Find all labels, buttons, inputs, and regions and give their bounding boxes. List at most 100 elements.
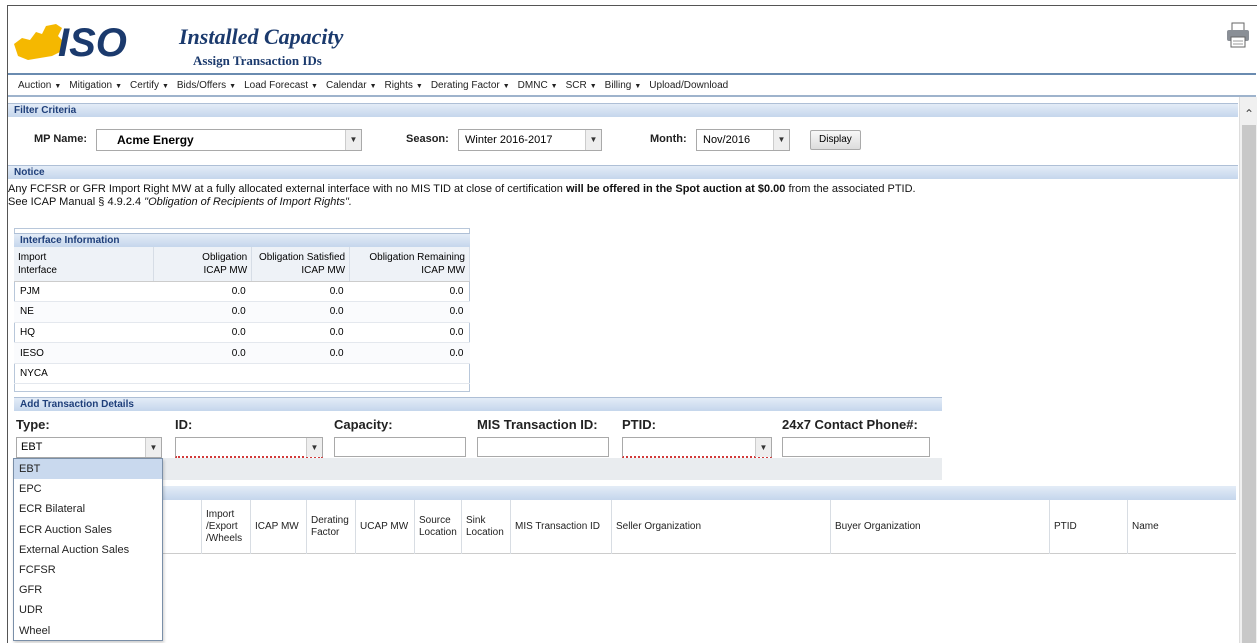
caret-down-icon: ▼: [311, 82, 318, 90]
season-select[interactable]: Winter 2016-2017 ▼: [458, 129, 602, 151]
notice-line-1: Any FCFSR or GFR Import Right MW at a fu…: [8, 183, 916, 195]
interface-info-header: Interface Information: [14, 233, 470, 247]
mis-transaction-id-input[interactable]: [477, 437, 609, 457]
caret-down-icon: ▼: [634, 82, 642, 90]
season-value: Winter 2016-2017: [465, 134, 553, 146]
menu-item-rights[interactable]: Rights ▼: [385, 80, 423, 91]
contact-phone-label: 24x7 Contact Phone#:: [782, 417, 918, 432]
mp-name-select[interactable]: Acme Energy ▼: [96, 129, 362, 151]
menu-item-derating-factor[interactable]: Derating Factor ▼: [431, 80, 510, 91]
scroll-up-icon[interactable]: ⌃: [1240, 107, 1257, 121]
col-mis-transaction-id: MIS Transaction ID: [511, 500, 612, 554]
chevron-down-icon[interactable]: ▼: [306, 438, 322, 457]
vertical-scrollbar[interactable]: ⌃: [1239, 97, 1257, 643]
col-icap-mw: ICAP MW: [251, 500, 307, 554]
type-option[interactable]: EBT: [14, 459, 162, 480]
type-option[interactable]: EPC: [14, 479, 162, 499]
mp-name-value: Acme Energy: [117, 133, 194, 147]
scroll-thumb[interactable]: [1242, 125, 1256, 643]
caret-down-icon: ▼: [550, 82, 558, 90]
col-sink-location: Sink Location: [462, 500, 511, 554]
col-obligation-remaining: Obligation Remaining ICAP MW: [349, 247, 470, 282]
results-header-bar: [14, 486, 1236, 500]
col-buyer-organization: Buyer Organization: [831, 500, 1050, 554]
chevron-down-icon[interactable]: ▼: [145, 438, 161, 457]
ptid-label: PTID:: [622, 417, 656, 432]
table-row: PJM 0.0 0.0 0.0: [14, 281, 470, 303]
col-ucap-mw: UCAP MW: [356, 500, 415, 554]
col-import-export-wheels: Import /Export /Wheels: [202, 500, 251, 554]
caret-down-icon: ▼: [589, 82, 597, 90]
col-ptid: PTID: [1050, 500, 1128, 554]
table-row: NE 0.0 0.0 0.0: [14, 301, 470, 323]
type-value: EBT: [21, 441, 43, 453]
caret-down-icon: ▼: [115, 82, 123, 90]
chevron-down-icon[interactable]: ▼: [345, 130, 361, 150]
month-label: Month:: [650, 133, 687, 145]
chevron-down-icon[interactable]: ▼: [773, 130, 789, 150]
menu-item-calendar[interactable]: Calendar ▼: [326, 80, 377, 91]
menu-item-auction[interactable]: Auction ▼: [18, 80, 61, 91]
col-import-interface: Import Interface: [14, 247, 155, 282]
printer-icon[interactable]: [1226, 22, 1250, 48]
type-option[interactable]: UDR: [14, 600, 162, 620]
interface-table: Import Interface Obligation ICAP MW Obli…: [14, 247, 470, 385]
table-row: IESO 0.0 0.0 0.0: [14, 342, 470, 364]
id-label: ID:: [175, 417, 193, 432]
ptid-select[interactable]: ▼: [622, 437, 772, 458]
display-button[interactable]: Display: [810, 130, 861, 150]
type-option[interactable]: Wheel: [14, 621, 162, 641]
id-select[interactable]: ▼: [175, 437, 323, 458]
caret-down-icon: ▼: [54, 82, 62, 90]
caret-down-icon: ▼: [369, 82, 377, 90]
month-select[interactable]: Nov/2016 ▼: [696, 129, 790, 151]
contact-phone-input[interactable]: [782, 437, 930, 457]
logo-text: ISO: [58, 21, 127, 64]
chevron-down-icon[interactable]: ▼: [585, 130, 601, 150]
capacity-label: Capacity:: [334, 417, 393, 432]
main-menu: Auction ▼ Mitigation ▼ Certify ▼ Bids/Offers ▼ L…: [8, 73, 1256, 97]
app-subtitle: Assign Transaction IDs: [193, 53, 322, 68]
caret-down-icon: ▼: [415, 82, 423, 90]
add-transaction-header: Add Transaction Details: [14, 397, 942, 411]
col-derating-factor: Derating Factor: [307, 500, 356, 554]
chevron-down-icon[interactable]: ▼: [755, 438, 771, 457]
type-label: Type:: [16, 417, 50, 432]
type-option[interactable]: ECR Bilateral: [14, 499, 162, 519]
month-value: Nov/2016: [703, 134, 751, 146]
type-option[interactable]: ECR Auction Sales: [14, 520, 162, 540]
caret-down-icon: ▼: [502, 82, 510, 90]
season-label: Season:: [406, 133, 449, 145]
capacity-input[interactable]: [334, 437, 466, 457]
app-header: ISO Installed Capacity Assign Transactio…: [8, 6, 1256, 72]
mp-name-label: MP Name:: [34, 133, 87, 145]
col-obligation: Obligation ICAP MW: [153, 247, 253, 282]
notice-line-2: See ICAP Manual § 4.9.2.4 "Obligation of…: [8, 196, 352, 208]
menu-item-load-forecast[interactable]: Load Forecast ▼: [244, 80, 318, 91]
caret-down-icon: ▼: [229, 82, 237, 90]
main-content: Filter Criteria MP Name: Acme Energy ▼ S…: [8, 97, 1238, 643]
menu-item-scr[interactable]: SCR ▼: [566, 80, 597, 91]
table-row: NYCA: [14, 363, 470, 385]
menu-item-upload-download[interactable]: Upload/Download: [649, 80, 728, 91]
mis-transaction-id-label: MIS Transaction ID:: [477, 417, 598, 432]
nyiso-logo: ISO: [14, 21, 127, 64]
filter-criteria-header: Filter Criteria: [8, 103, 1238, 117]
menu-item-mitigation[interactable]: Mitigation ▼: [69, 80, 122, 91]
col-name: Name: [1132, 521, 1159, 532]
type-option[interactable]: External Auction Sales: [14, 540, 162, 560]
menu-item-certify[interactable]: Certify ▼: [130, 80, 169, 91]
menu-item-billing[interactable]: Billing ▼: [605, 80, 642, 91]
col-source-location: Source Location: [415, 500, 462, 554]
type-dropdown-list: EBT EPC ECR Bilateral ECR Auction Sales …: [13, 458, 163, 641]
caret-down-icon: ▼: [161, 82, 169, 90]
table-row: HQ 0.0 0.0 0.0: [14, 322, 470, 344]
app-title: Installed Capacity: [179, 24, 344, 49]
col-obligation-satisfied: Obligation Satisfied ICAP MW: [251, 247, 351, 282]
type-option[interactable]: FCFSR: [14, 560, 162, 580]
type-option[interactable]: GFR: [14, 580, 162, 600]
col-seller-organization: Seller Organization: [612, 500, 831, 554]
type-select[interactable]: EBT ▼: [16, 437, 162, 458]
menu-item-dmnc[interactable]: DMNC ▼: [518, 80, 558, 91]
menu-item-bids-offers[interactable]: Bids/Offers ▼: [177, 80, 236, 91]
